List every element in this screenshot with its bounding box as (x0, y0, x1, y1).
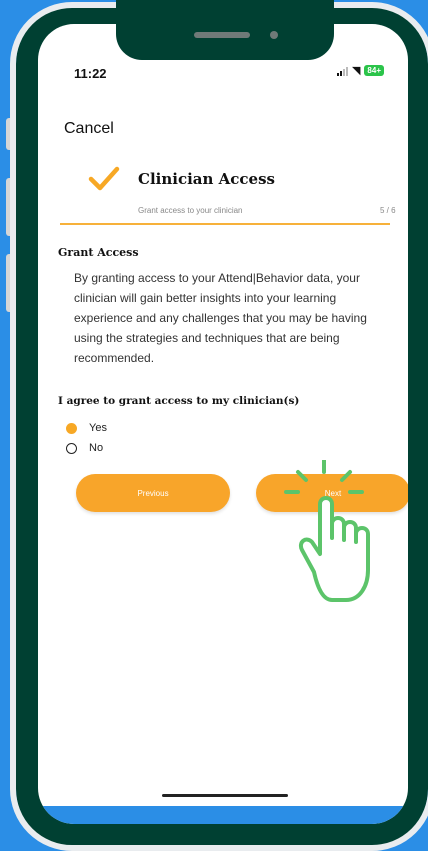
home-indicator (162, 794, 288, 797)
radio-label: Yes (89, 422, 107, 434)
camera-icon (270, 31, 278, 39)
status-time: 11:22 (74, 66, 107, 81)
consent-question: I agree to grant access to my clinician(… (58, 395, 300, 407)
battery-icon: 84+ (364, 65, 384, 76)
signal-icon (336, 66, 348, 76)
mute-switch (6, 118, 16, 150)
description-text: By granting access to your Attend|Behavi… (74, 271, 367, 365)
phone-frame: 11:22 ◥ 84+ Cancel Clinician Access Gran… (10, 0, 428, 851)
section-title: Grant Access (58, 246, 139, 259)
previous-button[interactable]: Previous (76, 474, 230, 512)
radio-selected-icon[interactable] (66, 422, 77, 434)
speaker-icon (194, 32, 250, 38)
progress-bar (60, 223, 390, 225)
status-icons: ◥ 84+ (336, 64, 384, 77)
step-title: Clinician Access (138, 170, 275, 188)
phone-screen: 11:22 ◥ 84+ Cancel Clinician Access Gran… (38, 24, 408, 824)
radio-unselected-icon[interactable] (66, 442, 77, 454)
volume-up-button (6, 178, 16, 236)
checkmark-icon (88, 166, 120, 191)
notch (116, 0, 334, 60)
step-subtitle: Grant access to your clinician (138, 206, 243, 215)
step-counter: 5 / 6 (380, 206, 396, 215)
radio-option-no[interactable]: No (66, 442, 103, 454)
screen-bottom-bar (38, 806, 408, 824)
radio-label: No (89, 442, 104, 454)
wifi-icon: ◥ (351, 65, 361, 77)
volume-down-button (6, 254, 16, 312)
tap-hand-icon (284, 460, 370, 602)
radio-option-yes[interactable]: Yes (66, 422, 107, 434)
cancel-button[interactable]: Cancel (64, 120, 114, 138)
